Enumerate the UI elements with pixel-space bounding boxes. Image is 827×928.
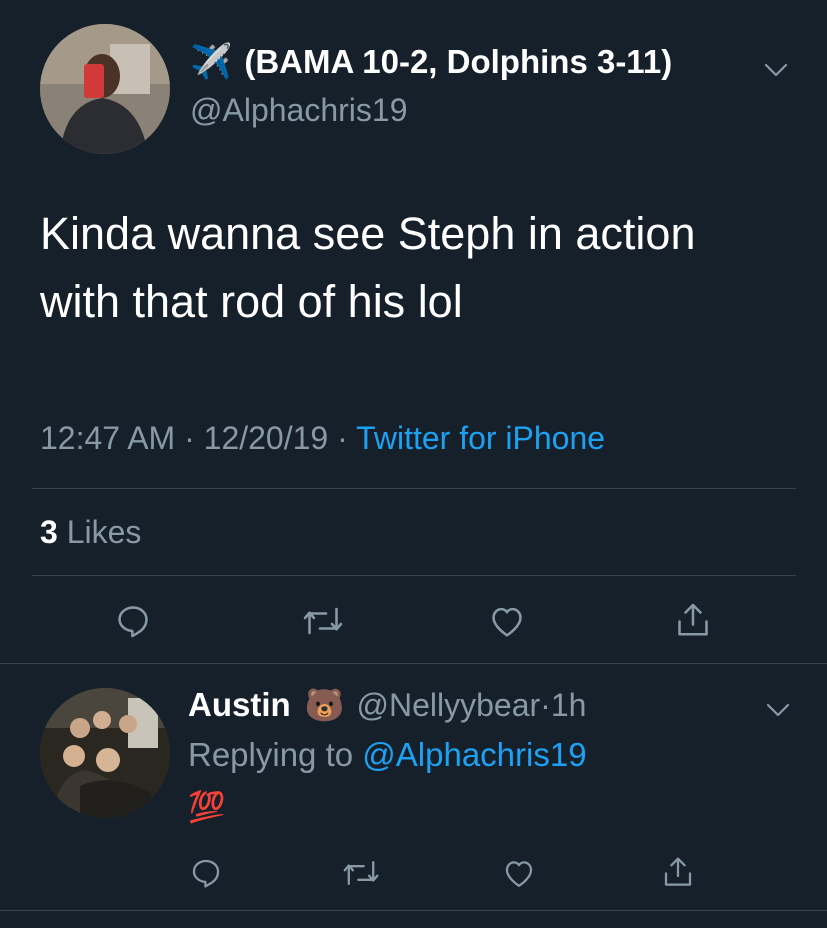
reply-button[interactable]	[184, 852, 228, 894]
reply-name-line: Austin 🐻 @Nellyybear · 1h	[188, 686, 586, 724]
reply-options-chevron-icon[interactable]	[760, 696, 796, 724]
author-handle[interactable]: @Alphachris19	[190, 92, 407, 129]
reply-icon	[192, 859, 220, 888]
tweet-text: Kinda wanna see Steph in action with tha…	[40, 200, 800, 336]
divider	[32, 488, 796, 489]
bear-emoji: 🐻	[304, 687, 345, 723]
divider	[0, 663, 827, 664]
tweet-date: 12/20/19	[203, 420, 329, 456]
share-button[interactable]	[668, 596, 718, 644]
airplane-emoji: ✈️	[190, 43, 233, 81]
like-button[interactable]	[496, 852, 542, 894]
likes-stat[interactable]: 3 Likes	[40, 514, 141, 551]
like-icon	[505, 861, 533, 887]
tweet-meta: 12:47 AM · 12/20/19 · Twitter for iPhone	[40, 420, 605, 457]
meta-separator: ·	[328, 420, 357, 456]
tweet-text-line: Kinda wanna see Steph in action	[40, 208, 696, 259]
tweet-text-line: with that rod of his lol	[40, 276, 463, 327]
tweet-options-chevron-icon[interactable]	[758, 56, 794, 84]
reply-button[interactable]	[108, 598, 158, 644]
reply-icon	[118, 606, 148, 638]
reply-age: 1h	[550, 686, 587, 723]
like-icon	[492, 607, 522, 637]
meta-separator: ·	[175, 420, 204, 456]
retweet-button[interactable]	[296, 598, 350, 644]
share-icon	[678, 603, 708, 636]
retweet-icon	[303, 607, 343, 635]
like-button[interactable]	[482, 598, 532, 644]
replying-to-handle[interactable]: @Alphachris19	[362, 736, 586, 773]
retweet-icon	[343, 860, 379, 886]
reply-handle[interactable]: @Nellyybear	[357, 687, 541, 724]
replying-to-line: Replying to @Alphachris19	[188, 736, 587, 774]
likes-count: 3	[40, 514, 58, 550]
author-avatar[interactable]	[40, 24, 170, 154]
share-icon	[664, 857, 692, 886]
likes-label: Likes	[57, 514, 142, 550]
tweet-source-link[interactable]: Twitter for iPhone	[356, 420, 605, 456]
divider	[32, 575, 796, 576]
divider	[0, 910, 827, 911]
meta-separator: ·	[540, 686, 551, 723]
share-button[interactable]	[656, 850, 700, 894]
tweet-time: 12:47 AM	[40, 420, 176, 456]
reply-text-emoji: 💯	[188, 791, 226, 824]
reply-display-name[interactable]: Austin	[188, 686, 291, 724]
author-display-name[interactable]: (BAMA 10-2, Dolphins 3-11)	[244, 43, 672, 81]
replying-to-label: Replying to	[188, 736, 363, 773]
reply-author-avatar[interactable]	[40, 688, 170, 818]
author-name-line: ✈️ (BAMA 10-2, Dolphins 3-11)	[190, 42, 672, 82]
retweet-button[interactable]	[336, 852, 386, 894]
